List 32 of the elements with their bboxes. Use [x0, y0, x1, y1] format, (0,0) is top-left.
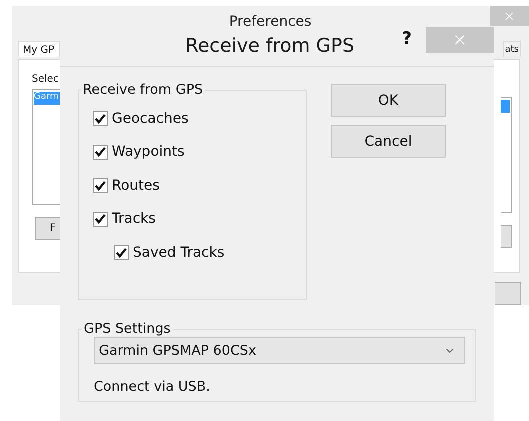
checkbox-label: Geocaches [112, 110, 189, 127]
checkmark-icon [95, 214, 106, 224]
checkbox[interactable] [93, 111, 108, 126]
connection-note: Connect via USB. [94, 379, 212, 395]
dialog-button[interactable]: OK [331, 84, 446, 117]
button[interactable] [501, 225, 512, 248]
checkmark-icon [95, 147, 106, 158]
list-item[interactable] [501, 100, 510, 114]
checkbox-label: Tracks [112, 211, 156, 228]
device-dropdown[interactable]: Garmin GPSMAP 60CSx [94, 337, 465, 364]
checkbox[interactable] [93, 178, 108, 194]
checkbox-label: Saved Tracks [133, 244, 225, 261]
group-title: GPS Settings [83, 321, 172, 337]
window-title: Preferences [229, 14, 312, 30]
dialog-title: Receive from GPS [184, 34, 356, 57]
checkbox-label: Routes [112, 178, 160, 194]
checkmark-icon [95, 114, 106, 124]
button[interactable] [495, 282, 521, 305]
checkmark-icon [95, 180, 106, 191]
group-title: Receive from GPS [82, 82, 204, 98]
checkbox-label: Waypoints [112, 144, 185, 160]
device-list[interactable] [501, 97, 512, 214]
tab[interactable]: ats [503, 40, 521, 57]
tab[interactable]: My GP [18, 40, 60, 57]
button[interactable]: F [35, 217, 60, 240]
field-label: Selec [32, 74, 60, 86]
checkbox[interactable] [114, 245, 129, 260]
checkbox[interactable] [93, 144, 108, 160]
help-button[interactable]: ? [402, 29, 412, 49]
checkbox[interactable] [93, 212, 108, 227]
checkmark-icon [116, 248, 127, 258]
dialog-button[interactable]: Cancel [331, 125, 446, 158]
